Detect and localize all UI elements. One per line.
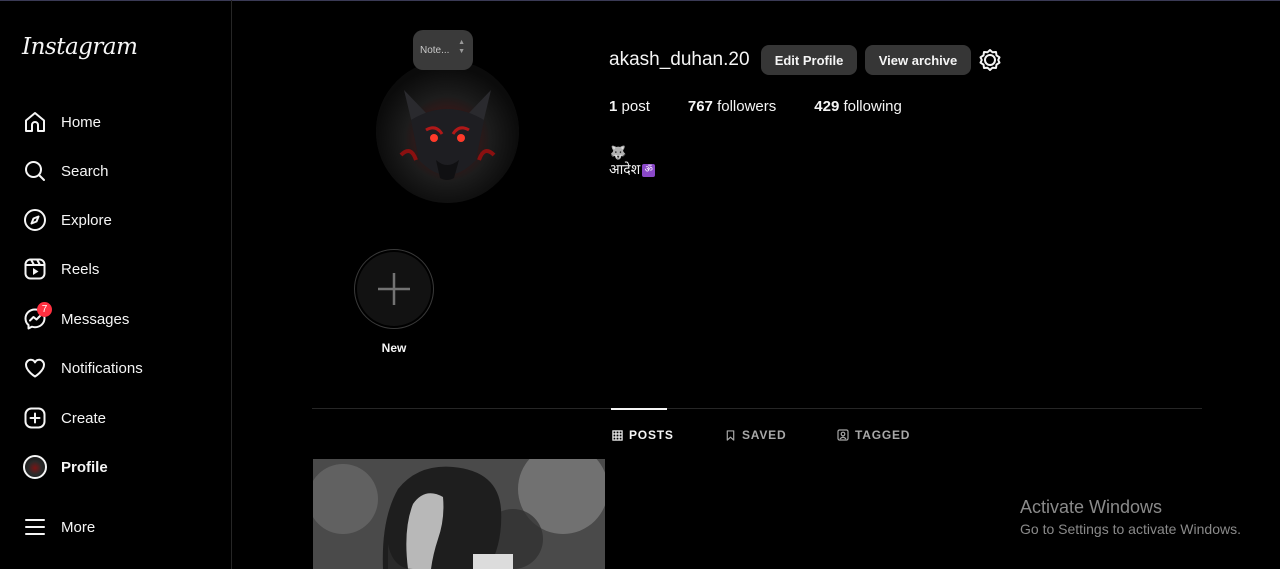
settings-gear-icon[interactable] xyxy=(978,48,1002,72)
profile-stats: 1 post 767 followers 429 following xyxy=(609,98,940,115)
tab-tagged[interactable]: TAGGED xyxy=(837,427,910,443)
profile-username: akash_duhan.20 xyxy=(609,49,750,70)
posts-count: 1 post xyxy=(609,98,650,115)
sidebar-item-label: Create xyxy=(61,409,107,427)
active-tab-indicator xyxy=(611,408,667,410)
windows-activation-watermark: Activate Windows Go to Settings to activ… xyxy=(1020,497,1241,537)
following-count[interactable]: 429 following xyxy=(814,98,902,115)
grid-icon xyxy=(612,429,623,441)
hamburger-menu-icon xyxy=(12,507,58,547)
sidebar-item-label: Home xyxy=(61,113,102,131)
sidebar-item-home[interactable]: Home xyxy=(12,102,217,142)
profile-bio: आदेश ॐ xyxy=(609,160,656,179)
plus-square-icon xyxy=(12,398,58,438)
bio-wolf-emoji: 🐺 xyxy=(610,145,627,160)
profile-avatar-wrapper xyxy=(12,447,58,487)
profile-picture[interactable] xyxy=(376,60,519,203)
post-thumbnail[interactable] xyxy=(313,459,605,569)
compass-icon xyxy=(12,200,58,240)
sidebar-item-reels[interactable]: Reels xyxy=(12,249,217,289)
tabs-divider xyxy=(312,408,1202,409)
view-archive-button[interactable]: View archive xyxy=(865,45,971,75)
new-highlight-button[interactable] xyxy=(354,249,434,329)
activate-windows-subtitle: Go to Settings to activate Windows. xyxy=(1020,521,1241,537)
followers-count[interactable]: 767 followers xyxy=(688,98,776,115)
sidebar-item-label: More xyxy=(61,518,96,536)
home-icon xyxy=(12,102,58,142)
sidebar-item-label: Messages xyxy=(61,310,130,328)
sidebar-item-label: Explore xyxy=(61,211,112,229)
new-highlight-label: New xyxy=(381,341,407,355)
sidebar-item-search[interactable]: Search xyxy=(12,151,217,191)
sidebar-item-more[interactable]: More xyxy=(12,507,217,547)
instagram-logo[interactable]: Instagram xyxy=(22,34,138,60)
messenger-icon: 7 xyxy=(12,299,58,339)
note-bubble[interactable]: Note... ▲ ▼ xyxy=(413,30,473,70)
om-symbol: ॐ xyxy=(642,163,656,177)
sidebar-item-label: Notifications xyxy=(61,359,143,377)
heart-icon xyxy=(12,348,58,388)
tab-tagged-label: TAGGED xyxy=(855,428,911,442)
note-placeholder: Note... xyxy=(420,44,450,56)
sidebar-item-explore[interactable]: Explore xyxy=(12,200,217,240)
tab-posts[interactable]: POSTS xyxy=(612,427,674,443)
tab-saved-label: SAVED xyxy=(742,428,787,442)
reels-icon xyxy=(12,249,58,289)
sidebar-item-label: Profile xyxy=(61,458,108,476)
sidebar-item-label: Search xyxy=(61,162,109,180)
plus-icon xyxy=(378,273,410,305)
bio-text: आदेश xyxy=(609,162,641,178)
sidebar: Instagram Home Search Explore Reels 7 Me… xyxy=(0,0,232,569)
sidebar-item-notifications[interactable]: Notifications xyxy=(12,348,217,388)
scroll-arrows-icon: ▲ ▼ xyxy=(458,39,465,55)
sidebar-item-create[interactable]: Create xyxy=(12,398,217,438)
tab-posts-label: POSTS xyxy=(629,428,674,442)
unread-messages-badge: 7 xyxy=(37,302,52,317)
sidebar-item-label: Reels xyxy=(61,260,100,278)
bookmark-icon xyxy=(726,429,735,441)
search-icon xyxy=(12,151,58,191)
activate-windows-title: Activate Windows xyxy=(1020,497,1163,517)
tab-saved[interactable]: SAVED xyxy=(725,427,786,443)
sidebar-item-messages[interactable]: 7 Messages xyxy=(12,299,217,339)
tagged-person-icon xyxy=(837,429,849,441)
new-highlight-circle xyxy=(357,252,431,326)
edit-profile-button[interactable]: Edit Profile xyxy=(761,45,857,75)
profile-avatar xyxy=(23,455,47,479)
sidebar-item-profile[interactable]: Profile xyxy=(12,447,217,487)
